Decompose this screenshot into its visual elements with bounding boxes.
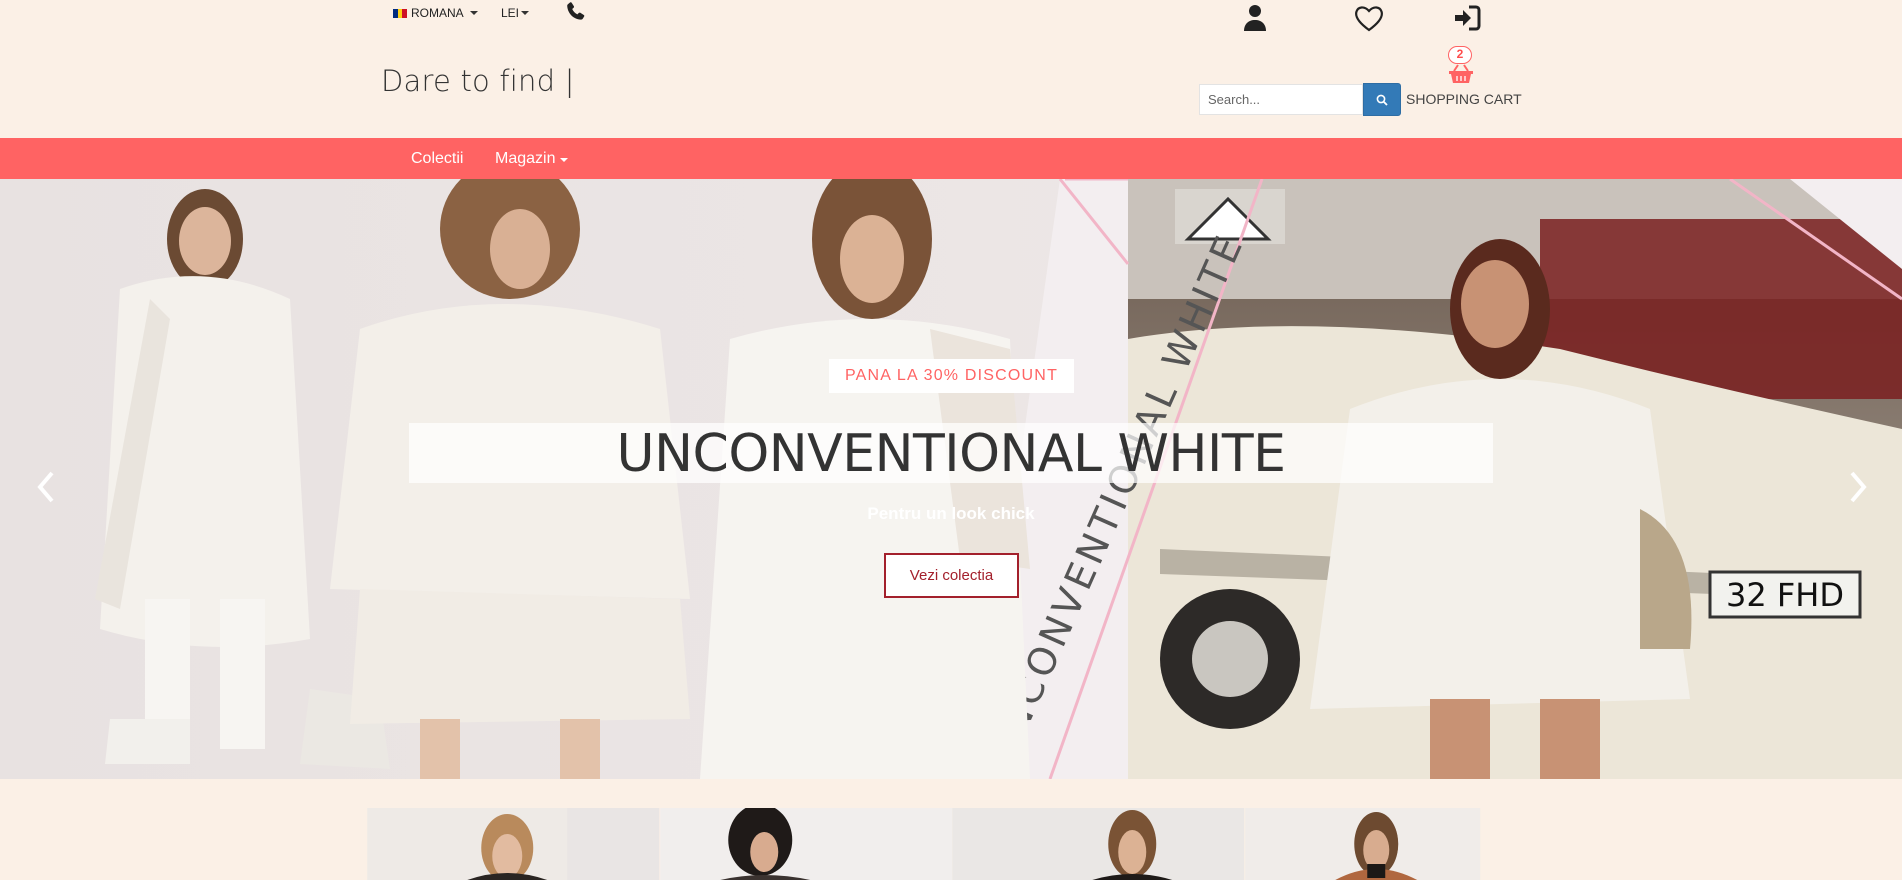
cart-label: SHOPPING CART bbox=[1406, 91, 1522, 107]
basket-icon bbox=[1448, 64, 1474, 89]
user-icon[interactable] bbox=[1238, 2, 1272, 34]
login-icon[interactable] bbox=[1450, 2, 1484, 34]
license-plate: 32 FHD bbox=[1726, 576, 1844, 614]
hero-subtitle: Pentru un look chick bbox=[867, 504, 1035, 523]
hero-title: UNCONVENTIONAL WHITE bbox=[616, 424, 1286, 484]
nav-item-label: Colectii bbox=[411, 150, 464, 167]
product-strip bbox=[367, 808, 1537, 880]
view-collection-button[interactable]: Vezi colectia bbox=[884, 553, 1019, 598]
search-bar bbox=[1199, 83, 1401, 116]
product-card[interactable] bbox=[367, 808, 660, 880]
chevron-right-icon bbox=[1850, 471, 1867, 503]
language-label: ROMANA bbox=[411, 6, 464, 20]
product-card[interactable] bbox=[952, 808, 1245, 880]
heart-icon[interactable] bbox=[1352, 2, 1386, 34]
nav-item-magazin[interactable]: Magazin bbox=[495, 138, 569, 179]
carousel-prev-button[interactable] bbox=[26, 467, 66, 507]
carousel-next-button[interactable] bbox=[1838, 467, 1878, 507]
top-header: ROMANA LEI Dare to find | 2 SHOPPING CAR… bbox=[0, 0, 1902, 138]
romania-flag-icon bbox=[393, 8, 408, 18]
main-navbar: Colectii Magazin bbox=[0, 138, 1902, 179]
product-card[interactable] bbox=[1244, 808, 1538, 880]
chevron-down-icon bbox=[469, 11, 478, 15]
phone-icon[interactable] bbox=[563, 0, 589, 26]
hero-carousel: 32 FHD UNCONVENTIONAL WHITE PANA LA 30% … bbox=[0, 179, 1902, 779]
cart-count-badge: 2 bbox=[1448, 46, 1472, 64]
chevron-down-icon bbox=[521, 11, 530, 15]
nav-item-label: Magazin bbox=[495, 150, 556, 167]
discount-badge: PANA LA 30% DISCOUNT bbox=[829, 359, 1074, 393]
currency-selector[interactable]: LEI bbox=[501, 6, 530, 20]
search-button[interactable] bbox=[1363, 83, 1401, 116]
chevron-left-icon bbox=[37, 471, 54, 503]
product-card[interactable] bbox=[659, 808, 953, 880]
language-selector[interactable]: ROMANA bbox=[393, 6, 478, 20]
currency-label: LEI bbox=[501, 6, 520, 20]
brand-tagline: Dare to find | bbox=[381, 64, 575, 98]
search-icon bbox=[1376, 94, 1388, 106]
search-input[interactable] bbox=[1199, 84, 1363, 115]
chevron-down-icon bbox=[560, 157, 569, 162]
nav-item-colectii[interactable]: Colectii bbox=[411, 138, 463, 179]
